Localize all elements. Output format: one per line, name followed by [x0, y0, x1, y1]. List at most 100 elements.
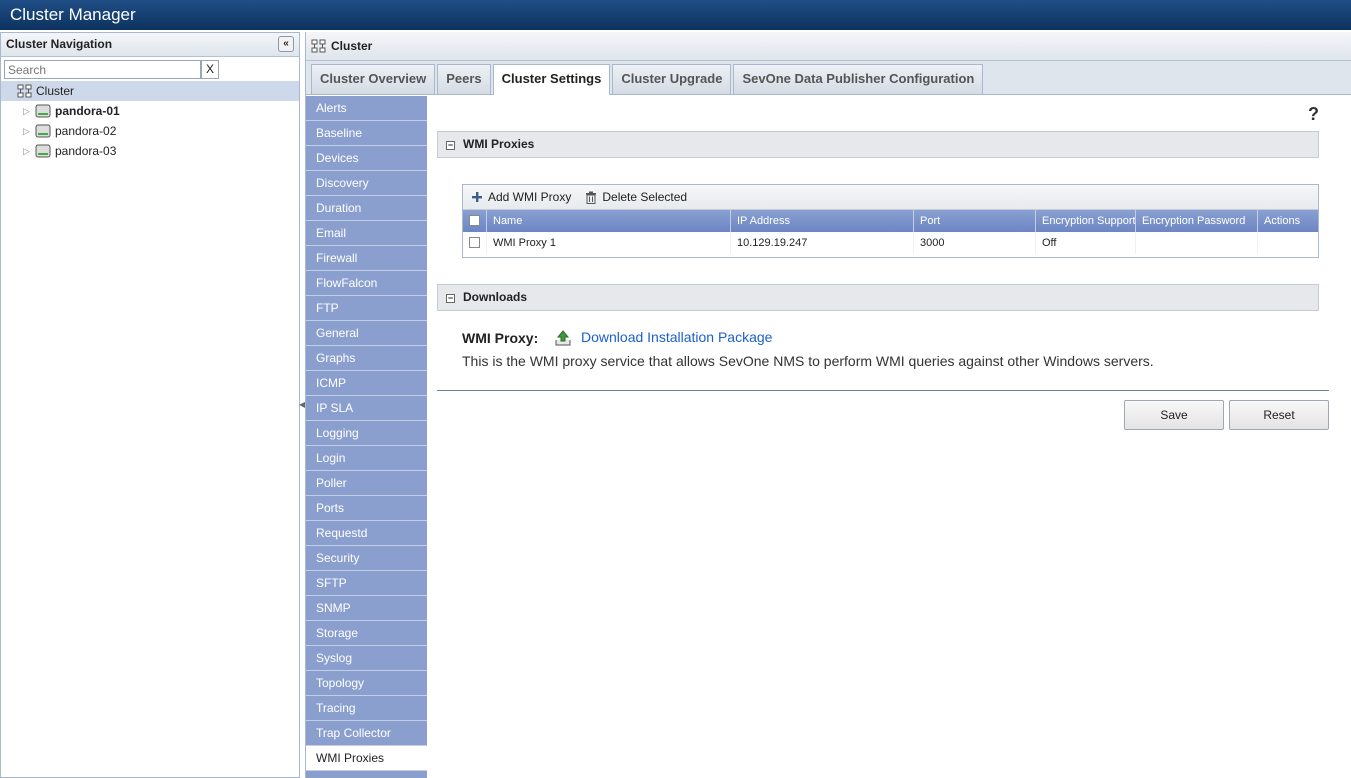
row-checkbox[interactable]	[469, 237, 480, 248]
grid-header-row: Name IP Address Port Encryption Support …	[463, 210, 1318, 232]
main-panel: Cluster Cluster Overview Peers Cluster S…	[305, 32, 1351, 778]
tree-node-label: pandora-01	[55, 104, 120, 118]
app-title-bar: Cluster Manager	[0, 0, 1351, 30]
settings-menu-item-login[interactable]: Login	[306, 446, 427, 471]
settings-menu-item-tracing[interactable]: Tracing	[306, 696, 427, 721]
tab-cluster-settings[interactable]: Cluster Settings	[492, 64, 611, 95]
settings-menu-item-icmp[interactable]: ICMP	[306, 371, 427, 396]
delete-selected-label: Delete Selected	[602, 190, 688, 204]
settings-menu-item-syslog[interactable]: Syslog	[306, 646, 427, 671]
tree-root-label: Cluster	[36, 84, 75, 98]
settings-menu-item-requestd[interactable]: Requestd	[306, 521, 427, 546]
save-button[interactable]: Save	[1124, 400, 1224, 430]
main-header-title: Cluster	[331, 38, 373, 53]
wmi-proxies-section-header[interactable]: − WMI Proxies	[437, 131, 1319, 158]
settings-menu-item-security[interactable]: Security	[306, 546, 427, 571]
settings-menu-item-baseline[interactable]: Baseline	[306, 121, 427, 146]
server-icon	[35, 144, 51, 158]
grid-toolbar: Add WMI Proxy Delete Selected	[463, 185, 1318, 210]
double-chevron-left-icon: «	[283, 38, 289, 49]
column-header-actions[interactable]: Actions	[1258, 210, 1318, 232]
settings-menu-item-sftp[interactable]: SFTP	[306, 571, 427, 596]
main-header: Cluster	[306, 32, 1351, 61]
tab-sevone-data-publisher[interactable]: SevOne Data Publisher Configuration	[733, 64, 984, 94]
settings-menu-item-ports[interactable]: Ports	[306, 496, 427, 521]
section-title: WMI Proxies	[463, 137, 535, 151]
settings-menu-item-poller[interactable]: Poller	[306, 471, 427, 496]
app-title: Cluster Manager	[10, 5, 136, 24]
collapse-panel-button[interactable]: «	[278, 36, 294, 52]
expand-arrow-icon[interactable]: ▷	[23, 101, 31, 121]
download-icon[interactable]	[554, 329, 572, 347]
collapse-section-icon[interactable]: −	[446, 141, 455, 150]
settings-menu-item-trap-collector[interactable]: Trap Collector	[306, 721, 427, 746]
tab-cluster-overview[interactable]: Cluster Overview	[311, 64, 436, 94]
tree-node-pandora-02[interactable]: ▷ pandora-02	[1, 121, 299, 141]
settings-content: ? − WMI Proxies Add WMI Proxy Delete Sel…	[427, 96, 1351, 778]
settings-menu-item-alerts[interactable]: Alerts	[306, 96, 427, 121]
settings-menu-item-firewall[interactable]: Firewall	[306, 246, 427, 271]
expand-arrow-icon[interactable]: ▷	[23, 141, 31, 161]
server-icon	[35, 104, 51, 118]
cell-ip-address: 10.129.19.247	[731, 232, 914, 254]
cell-encryption-password	[1136, 232, 1258, 254]
settings-menu-item-topology[interactable]: Topology	[306, 671, 427, 696]
row-select-cell	[463, 232, 487, 254]
expand-arrow-icon[interactable]: ▷	[23, 121, 31, 141]
settings-menu-item-storage[interactable]: Storage	[306, 621, 427, 646]
section-title: Downloads	[463, 290, 528, 304]
settings-menu-item-logging[interactable]: Logging	[306, 421, 427, 446]
cluster-navigation-title: Cluster Navigation	[6, 37, 113, 51]
column-header-encryption-support[interactable]: Encryption Support	[1036, 210, 1136, 232]
tab-bar: Cluster Overview Peers Cluster Settings …	[306, 61, 1351, 95]
settings-menu-item-ftp[interactable]: FTP	[306, 296, 427, 321]
settings-menu-item-flowfalcon[interactable]: FlowFalcon	[306, 271, 427, 296]
search-clear-button[interactable]: X	[201, 60, 219, 79]
plus-icon	[472, 192, 482, 202]
tree-node-label: pandora-03	[55, 144, 117, 158]
help-icon[interactable]: ?	[1308, 104, 1319, 125]
settings-menu-item-duration[interactable]: Duration	[306, 196, 427, 221]
column-header-name[interactable]: Name	[487, 210, 731, 232]
tree-node-label: pandora-02	[55, 124, 117, 138]
trash-icon	[586, 191, 597, 204]
settings-menu-item-ip-sla[interactable]: IP SLA	[306, 396, 427, 421]
tree-node-pandora-03[interactable]: ▷ pandora-03	[1, 141, 299, 161]
cell-actions	[1258, 232, 1318, 254]
select-all-checkbox[interactable]	[469, 215, 480, 226]
settings-menu-item-email[interactable]: Email	[306, 221, 427, 246]
tree-root-cluster[interactable]: Cluster	[1, 81, 299, 101]
settings-menu-item-graphs[interactable]: Graphs	[306, 346, 427, 371]
collapse-section-icon[interactable]: −	[446, 294, 455, 303]
wmi-proxy-label: WMI Proxy:	[462, 330, 539, 346]
server-icon	[35, 124, 51, 138]
column-header-port[interactable]: Port	[914, 210, 1036, 232]
cell-name: WMI Proxy 1	[487, 232, 731, 254]
settings-menu-item-discovery[interactable]: Discovery	[306, 171, 427, 196]
delete-selected-button[interactable]: Delete Selected	[585, 190, 687, 204]
settings-menu-item-wmi-proxies[interactable]: WMI Proxies	[306, 746, 427, 771]
download-description: This is the WMI proxy service that allow…	[462, 353, 1154, 369]
tab-cluster-upgrade[interactable]: Cluster Upgrade	[612, 64, 732, 94]
column-header-encryption-password[interactable]: Encryption Password	[1136, 210, 1258, 232]
add-wmi-proxy-label: Add WMI Proxy	[488, 190, 572, 204]
settings-menu-item-general[interactable]: General	[306, 321, 427, 346]
table-row[interactable]: WMI Proxy 1 10.129.19.247 3000 Off	[463, 232, 1318, 254]
tab-peers[interactable]: Peers	[437, 64, 491, 94]
divider	[437, 390, 1329, 391]
cluster-icon	[311, 39, 326, 53]
settings-menu-item-snmp[interactable]: SNMP	[306, 596, 427, 621]
add-wmi-proxy-button[interactable]: Add WMI Proxy	[471, 190, 571, 204]
cell-port: 3000	[914, 232, 1036, 254]
select-all-cell	[463, 210, 487, 232]
settings-menu-item-devices[interactable]: Devices	[306, 146, 427, 171]
tree-node-pandora-01[interactable]: ▷ pandora-01	[1, 101, 299, 121]
reset-button[interactable]: Reset	[1229, 400, 1329, 430]
wmi-proxies-grid: Add WMI Proxy Delete Selected Name IP Ad…	[462, 184, 1319, 258]
search-row: X	[1, 57, 299, 81]
download-installation-package-link[interactable]: Download Installation Package	[581, 329, 772, 345]
cell-encryption-support: Off	[1036, 232, 1136, 254]
search-input[interactable]	[4, 60, 201, 79]
column-header-ip-address[interactable]: IP Address	[731, 210, 914, 232]
downloads-section-header[interactable]: − Downloads	[437, 284, 1319, 311]
